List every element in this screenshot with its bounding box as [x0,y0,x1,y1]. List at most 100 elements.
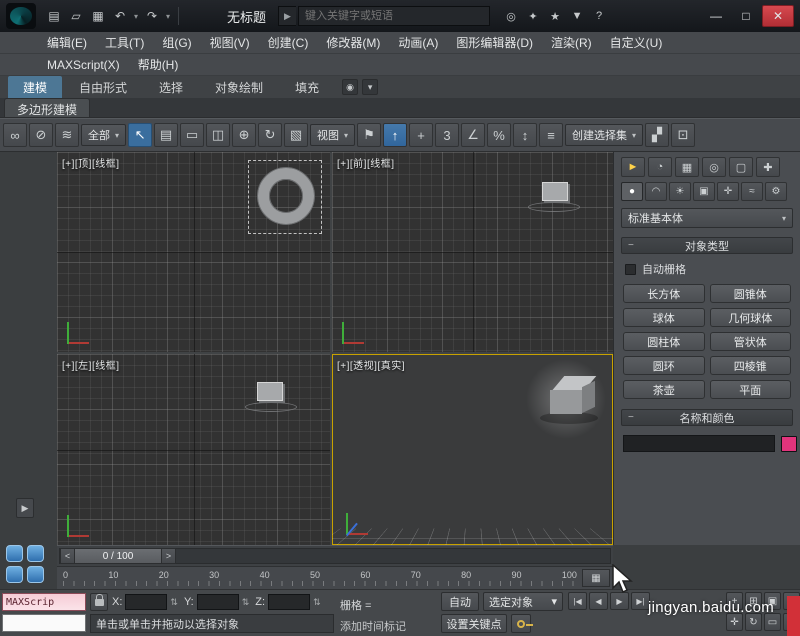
unlink-selection-icon[interactable]: ⊘ [29,123,53,147]
mirror-flag-icon[interactable]: ⚑ [357,123,382,147]
primitive-plane-button[interactable]: 平面 [709,380,791,399]
auto-key-button[interactable]: 自动 [441,592,479,611]
hierarchy-tab-icon[interactable]: ▦ [675,157,699,177]
ribbon-tab-freeform[interactable]: 自由形式 [64,76,142,98]
selected-objects-dropdown[interactable]: 选定对象 ▾ [483,592,563,611]
ribbon-tab-object-paint[interactable]: 对象绘制 [200,76,278,98]
window-crossing-icon[interactable]: ◫ [206,123,231,147]
search-go-icon[interactable]: ▶ [278,6,297,26]
set-key-button[interactable]: 设置关键点 [441,614,507,633]
select-and-move-icon[interactable]: ⊕ [232,123,257,147]
primitive-cone-button[interactable]: 圆锥体 [709,284,791,303]
motion-tab-icon[interactable]: ◎ [702,157,726,177]
save-file-icon[interactable]: ▦ [88,5,108,27]
ribbon-minimize-icon[interactable]: ▾ [362,79,379,95]
viewport-top-label[interactable]: [+][顶][线框] [62,155,120,170]
spinner-icon[interactable]: ⇅ [170,597,178,608]
menu-edit[interactable]: 编辑(E) [38,32,96,53]
lights-category-icon[interactable]: ☀ [669,182,691,201]
favorites-star-icon[interactable]: ★ [546,5,564,27]
track-bar[interactable]: 0 10 20 30 40 50 60 70 80 90 100 ▦ [57,566,613,589]
spinner-snap-icon[interactable]: ↕ [513,123,538,147]
use-pivot-point-center-icon[interactable]: ↑ [383,123,408,147]
select-and-scale-icon[interactable]: ▧ [284,123,309,147]
ribbon-tab-populate[interactable]: 填充 [280,76,334,98]
menu-create[interactable]: 创建(C) [259,32,318,53]
minimize-button[interactable]: — [702,5,730,27]
subscription-key-icon[interactable]: ✦ [524,5,542,27]
menu-modifiers[interactable]: 修改器(M) [317,32,389,53]
redo-icon[interactable]: ↷ [142,5,162,27]
app-logo-icon[interactable] [6,3,36,29]
rectangular-selection-region-icon[interactable]: ▭ [180,123,205,147]
snap-toggle-3d-icon[interactable]: 3 [435,123,460,147]
x-coordinate-input[interactable] [125,594,168,610]
autogrid-checkbox[interactable] [625,263,636,275]
cameras-category-icon[interactable]: ▣ [693,182,715,201]
communication-center-icon[interactable]: ◎ [502,5,520,27]
ribbon-record-icon[interactable]: ◉ [342,79,359,95]
download-icon[interactable]: ▼ [568,5,586,27]
undo-dropdown-icon[interactable]: ▾ [132,12,140,21]
primitive-teapot-button[interactable]: 茶壶 [623,380,705,399]
select-and-manipulate-icon[interactable]: + [409,123,434,147]
mirror-icon[interactable]: ▞ [645,123,670,147]
menu-group[interactable]: 组(G) [153,32,200,53]
space-warps-category-icon[interactable]: ≈ [741,182,763,201]
open-curve-editor-icon[interactable]: ▦ [582,569,610,587]
object-color-swatch[interactable] [781,435,797,452]
primitive-cylinder-button[interactable]: 圆柱体 [623,332,705,351]
primitive-tube-button[interactable]: 管状体 [709,332,791,351]
select-and-rotate-icon[interactable]: ↻ [258,123,283,147]
ribbon-tab-selection[interactable]: 选择 [144,76,198,98]
torus-object-top-view[interactable] [258,168,314,224]
search-input[interactable] [298,6,491,26]
viewport-front[interactable]: [+][前][线框] [332,152,613,352]
menu-maxscript[interactable]: MAXScript(X) [38,54,129,75]
reference-coordinate-dropdown[interactable]: 视图 ▾ [310,124,356,146]
box-object-perspective[interactable] [532,364,602,430]
utilities-tab-icon[interactable]: ✚ [756,157,780,177]
spinner-icon[interactable]: ⇅ [242,597,250,608]
menu-animation[interactable]: 动画(A) [389,32,447,53]
primitive-sphere-button[interactable]: 球体 [623,308,705,327]
menu-tools[interactable]: 工具(T) [96,32,153,53]
maxscript-mini-listener[interactable]: MAXScrip [2,593,86,611]
viewport-perspective-label[interactable]: [+][透视][真实] [337,357,405,372]
menu-views[interactable]: 视图(V) [201,32,259,53]
close-button[interactable]: ✕ [762,5,794,27]
previous-frame-icon[interactable]: ◀ [589,592,608,610]
align-icon[interactable]: ⊡ [671,123,696,147]
box-object-left-view[interactable] [257,382,283,401]
open-file-icon[interactable]: ▱ [66,5,86,27]
create-tab-icon[interactable]: ► [621,157,645,177]
menu-rendering[interactable]: 渲染(R) [542,32,601,53]
select-and-link-icon[interactable]: ∞ [3,123,27,147]
subtab-polygon-modeling[interactable]: 多边形建模 [4,98,91,117]
time-slider-thumb[interactable]: < 0 / 100 > [60,548,176,564]
viewport-left[interactable]: [+][左][线框] [57,354,330,545]
primitive-box-button[interactable]: 长方体 [623,284,705,303]
viewport-perspective[interactable]: [+][透视][真实] [332,354,613,545]
gutter-expand-icon[interactable]: ▶ [16,498,34,518]
modify-tab-icon[interactable]: ◔ [648,157,672,177]
systems-category-icon[interactable]: ⚙ [765,182,787,201]
select-by-name-icon[interactable]: ▤ [154,123,179,147]
ribbon-tab-modeling[interactable]: 建模 [8,76,63,98]
go-to-start-icon[interactable]: |◀ [568,592,587,610]
new-file-icon[interactable]: ▤ [44,5,64,27]
z-coordinate-input[interactable] [268,594,311,610]
shapes-category-icon[interactable]: ◠ [645,182,667,201]
help-icon[interactable]: ? [590,5,608,27]
viewport-left-label[interactable]: [+][左][线框] [62,357,120,372]
helpers-category-icon[interactable]: ✛ [717,182,739,201]
select-object-icon[interactable]: ↖ [128,123,153,147]
named-selection-dropdown[interactable]: 创建选择集 ▾ [565,124,644,146]
primitive-pyramid-button[interactable]: 四棱锥 [709,356,791,375]
object-name-input[interactable] [623,435,775,452]
object-type-rollout[interactable]: − 对象类型 [621,237,793,254]
display-tab-icon[interactable]: ▢ [729,157,753,177]
percent-snap-icon[interactable]: % [487,123,512,147]
name-color-rollout[interactable]: − 名称和颜色 [621,409,793,426]
selection-lock-icon[interactable] [90,593,108,611]
